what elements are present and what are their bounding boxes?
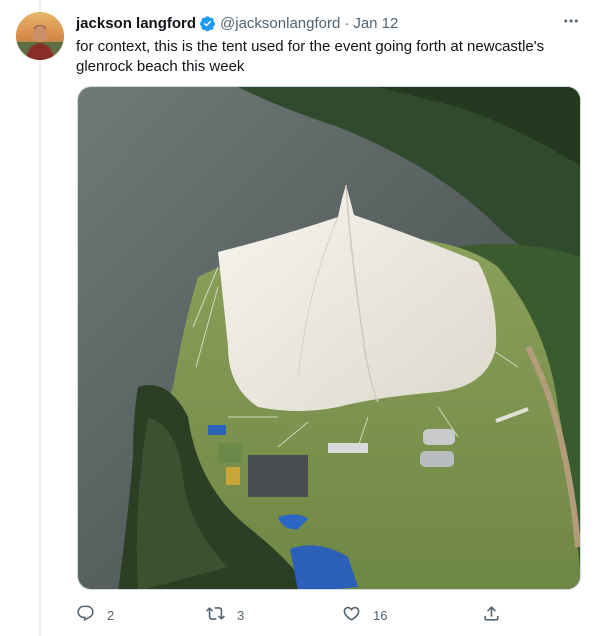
tweet-date[interactable]: Jan 12 [353, 15, 398, 32]
retweet-count: 3 [237, 607, 245, 623]
tweet-header: jackson langford @jacksonlangford · Jan … [76, 13, 582, 33]
header-separator: · [344, 14, 350, 32]
reply-count: 2 [107, 607, 115, 623]
reply-button[interactable]: 2 [76, 598, 114, 632]
share-icon [482, 604, 501, 626]
retweet-icon [206, 604, 225, 626]
thread-line [39, 0, 41, 636]
avatar-image [16, 12, 64, 60]
more-icon[interactable] [562, 12, 580, 35]
avatar[interactable] [16, 12, 64, 60]
like-count: 16 [373, 607, 388, 623]
author-name[interactable]: jackson langford [76, 15, 196, 32]
like-button[interactable]: 16 [342, 598, 387, 632]
author-handle[interactable]: @jacksonlangford [220, 15, 340, 32]
tent-aerial-photo [78, 87, 580, 589]
verified-badge-icon [199, 15, 216, 32]
like-icon [342, 604, 361, 626]
tweet-actions: 2 3 16 [76, 598, 516, 632]
reply-icon [76, 604, 95, 626]
retweet-button[interactable]: 3 [206, 598, 244, 632]
share-button[interactable] [482, 598, 501, 632]
tweet-media[interactable] [77, 86, 581, 590]
tweet-text: for context, this is the tent used for t… [76, 38, 545, 75]
